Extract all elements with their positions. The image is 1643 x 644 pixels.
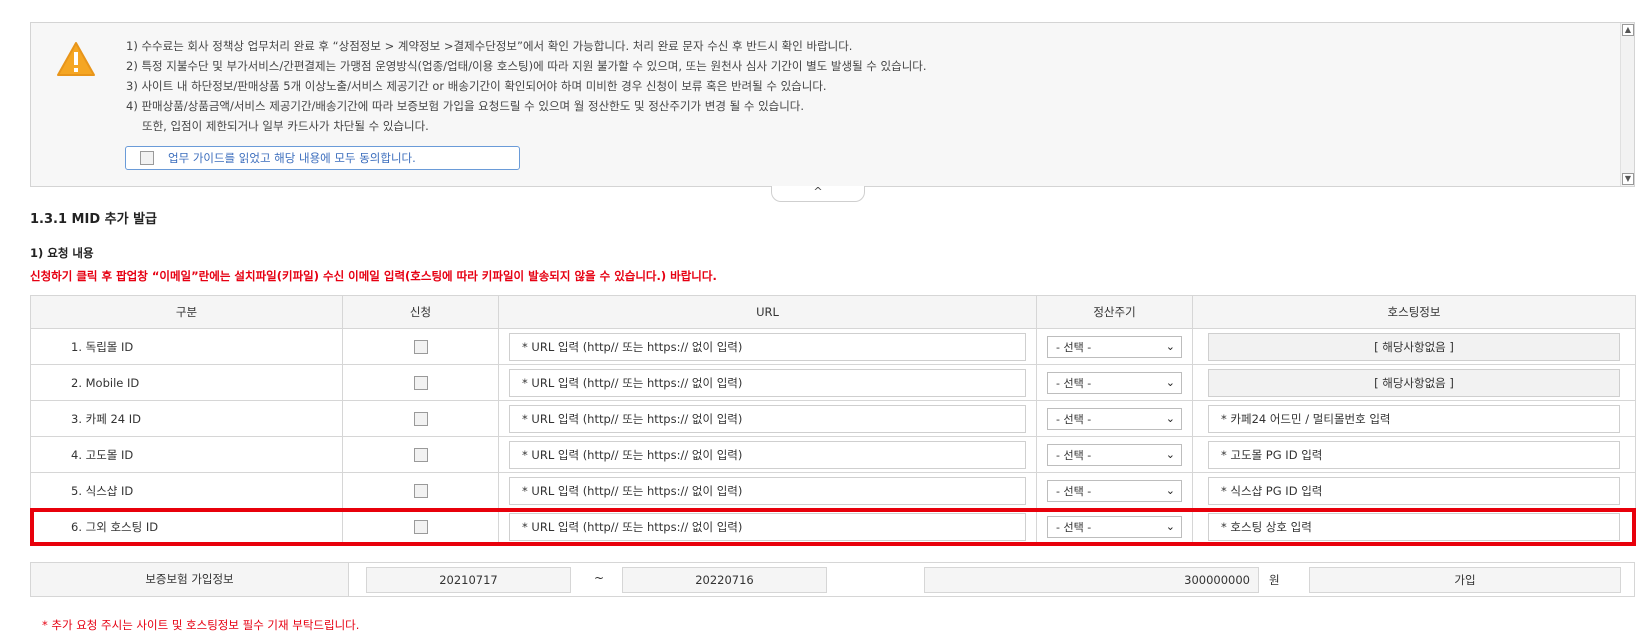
chevron-down-icon: ⌄ [1165,448,1175,461]
chevron-down-icon: ⌄ [1165,376,1175,389]
hosting-field: [ 해당사항없음 ] [1208,332,1620,361]
cycle-select[interactable]: - 선택 - ⌄ [1047,407,1182,430]
hosting-input[interactable]: * 카페24 어드민 / 멀티몰번호 입력 [1208,404,1620,433]
apply-checkbox[interactable] [413,339,428,354]
apply-checkbox[interactable] [413,483,428,498]
agree-label[interactable]: 업무 가이드를 읽었고 해당 내용에 모두 동의합니다. [168,150,416,166]
notice-lines: 1) 수수료는 회사 정책상 업무처리 완료 후 “상점정보 > 계약정보 >결… [126,36,927,136]
insurance-status: 가입 [1309,567,1621,593]
apply-checkbox[interactable] [413,375,428,390]
row-name: 6. 그외 호스팅 ID [30,508,343,545]
chevron-down-icon: ⌄ [1165,520,1175,533]
cycle-select-value: - 선택 - [1056,376,1092,390]
url-input[interactable]: * URL 입력 (http// 또는 https:// 없이 입력) [509,440,1026,469]
amount-unit: 원 [1269,573,1280,587]
cycle-select-value: - 선택 - [1056,340,1092,354]
cycle-select[interactable]: - 선택 - ⌄ [1047,479,1182,502]
insurance-amount: 300000000 [924,567,1259,593]
row-name: 3. 카페 24 ID [30,400,343,437]
notice-line-1: 1) 수수료는 회사 정책상 업무처리 완료 후 “상점정보 > 계약정보 >결… [126,39,853,53]
notice-line-3: 3) 사이트 내 하단정보/판매상품 5개 이상노출/서비스 제공기간 or 배… [126,79,827,93]
hosting-input[interactable]: * 호스팅 상호 입력 [1208,512,1620,541]
agree-checkbox-row[interactable]: 업무 가이드를 읽었고 해당 내용에 모두 동의합니다. [125,146,520,170]
url-input[interactable]: * URL 입력 (http// 또는 https:// 없이 입력) [509,476,1026,505]
warning-triangle-icon [57,42,95,76]
insurance-end-date: 20220716 [622,567,827,593]
url-input[interactable]: * URL 입력 (http// 또는 https:// 없이 입력) [509,332,1026,361]
cycle-select-value: - 선택 - [1056,520,1092,534]
request-title: 1) 요청 내용 [30,246,94,260]
hosting-field: [ 해당사항없음 ] [1208,368,1620,397]
hosting-input[interactable]: * 식스샵 PG ID 입력 [1208,476,1620,505]
table-row: 1. 독립몰 ID * URL 입력 (http// 또는 https:// 없… [30,328,1636,365]
row-name: 5. 식스샵 ID [30,472,343,509]
col-header-url: URL [498,295,1037,329]
cycle-select[interactable]: - 선택 - ⌄ [1047,515,1182,538]
request-note: 신청하기 클릭 후 팝업창 “이메일”란에는 설치파일(키파일) 수신 이메일 … [30,269,717,283]
insurance-start-date: 20210717 [366,567,571,593]
chevron-down-icon: ⌄ [1165,412,1175,425]
cycle-select[interactable]: - 선택 - ⌄ [1047,371,1182,394]
row-name: 2. Mobile ID [30,364,343,401]
scroll-up-icon[interactable]: ▲ [1622,24,1634,36]
table-row: 5. 식스샵 ID * URL 입력 (http// 또는 https:// 없… [30,472,1636,509]
col-header-apply: 신청 [342,295,499,329]
apply-checkbox[interactable] [413,447,428,462]
apply-checkbox[interactable] [413,519,428,534]
url-input[interactable]: * URL 입력 (http// 또는 https:// 없이 입력) [509,512,1026,541]
chevron-down-icon: ⌄ [1165,484,1175,497]
cycle-select[interactable]: - 선택 - ⌄ [1047,335,1182,358]
notice-line-4: 4) 판매상품/상품금액/서비스 제공기간/배송기간에 따라 보증보험 가입을 … [126,99,805,113]
row-name: 4. 고도몰 ID [30,436,343,473]
date-range-separator: ~ [594,571,605,585]
table-row: 2. Mobile ID * URL 입력 (http// 또는 https:/… [30,364,1636,401]
url-input[interactable]: * URL 입력 (http// 또는 https:// 없이 입력) [509,368,1026,397]
url-input[interactable]: * URL 입력 (http// 또는 https:// 없이 입력) [509,404,1026,433]
agree-checkbox[interactable] [140,151,154,165]
row-name: 1. 독립몰 ID [30,328,343,365]
insurance-label: 보증보험 가입정보 [31,563,349,596]
cycle-select-value: - 선택 - [1056,484,1092,498]
cycle-select[interactable]: - 선택 - ⌄ [1047,443,1182,466]
notice-scrollbar[interactable]: ▲ ▼ [1620,23,1634,186]
mid-request-table: 구분 신청 URL 정산주기 호스팅정보 1. 독립몰 ID * URL 입력 … [30,295,1636,545]
scroll-down-icon[interactable]: ▼ [1622,173,1634,185]
col-header-hosting: 호스팅정보 [1192,295,1636,329]
chevron-down-icon: ⌄ [1165,340,1175,353]
footer-note: * 추가 요청 주시는 사이트 및 호스팅정보 필수 기재 부탁드립니다. [42,618,360,632]
cycle-select-value: - 선택 - [1056,412,1092,426]
section-title: 1.3.1 MID 추가 발급 [30,212,157,227]
col-header-category: 구분 [30,295,343,329]
table-row: 3. 카페 24 ID * URL 입력 (http// 또는 https://… [30,400,1636,437]
collapse-toggle-button[interactable]: ^ [771,186,865,202]
cycle-select-value: - 선택 - [1056,448,1092,462]
table-row: 4. 고도몰 ID * URL 입력 (http// 또는 https:// 없… [30,436,1636,473]
table-row: 6. 그외 호스팅 ID * URL 입력 (http// 또는 https:/… [30,508,1636,545]
notice-box: 1) 수수료는 회사 정책상 업무처리 완료 후 “상점정보 > 계약정보 >결… [30,22,1635,187]
notice-line-5: 또한, 입점이 제한되거나 일부 카드사가 차단될 수 있습니다. [142,119,429,133]
notice-line-2: 2) 특정 지불수단 및 부가서비스/간편결제는 가맹점 운영방식(업종/업태/… [126,59,927,73]
insurance-row: 보증보험 가입정보 20210717 ~ 20220716 300000000 … [30,562,1635,597]
hosting-input[interactable]: * 고도몰 PG ID 입력 [1208,440,1620,469]
chevron-up-icon: ^ [813,185,823,198]
col-header-cycle: 정산주기 [1036,295,1193,329]
table-header-row: 구분 신청 URL 정산주기 호스팅정보 [30,295,1636,329]
apply-checkbox[interactable] [413,411,428,426]
